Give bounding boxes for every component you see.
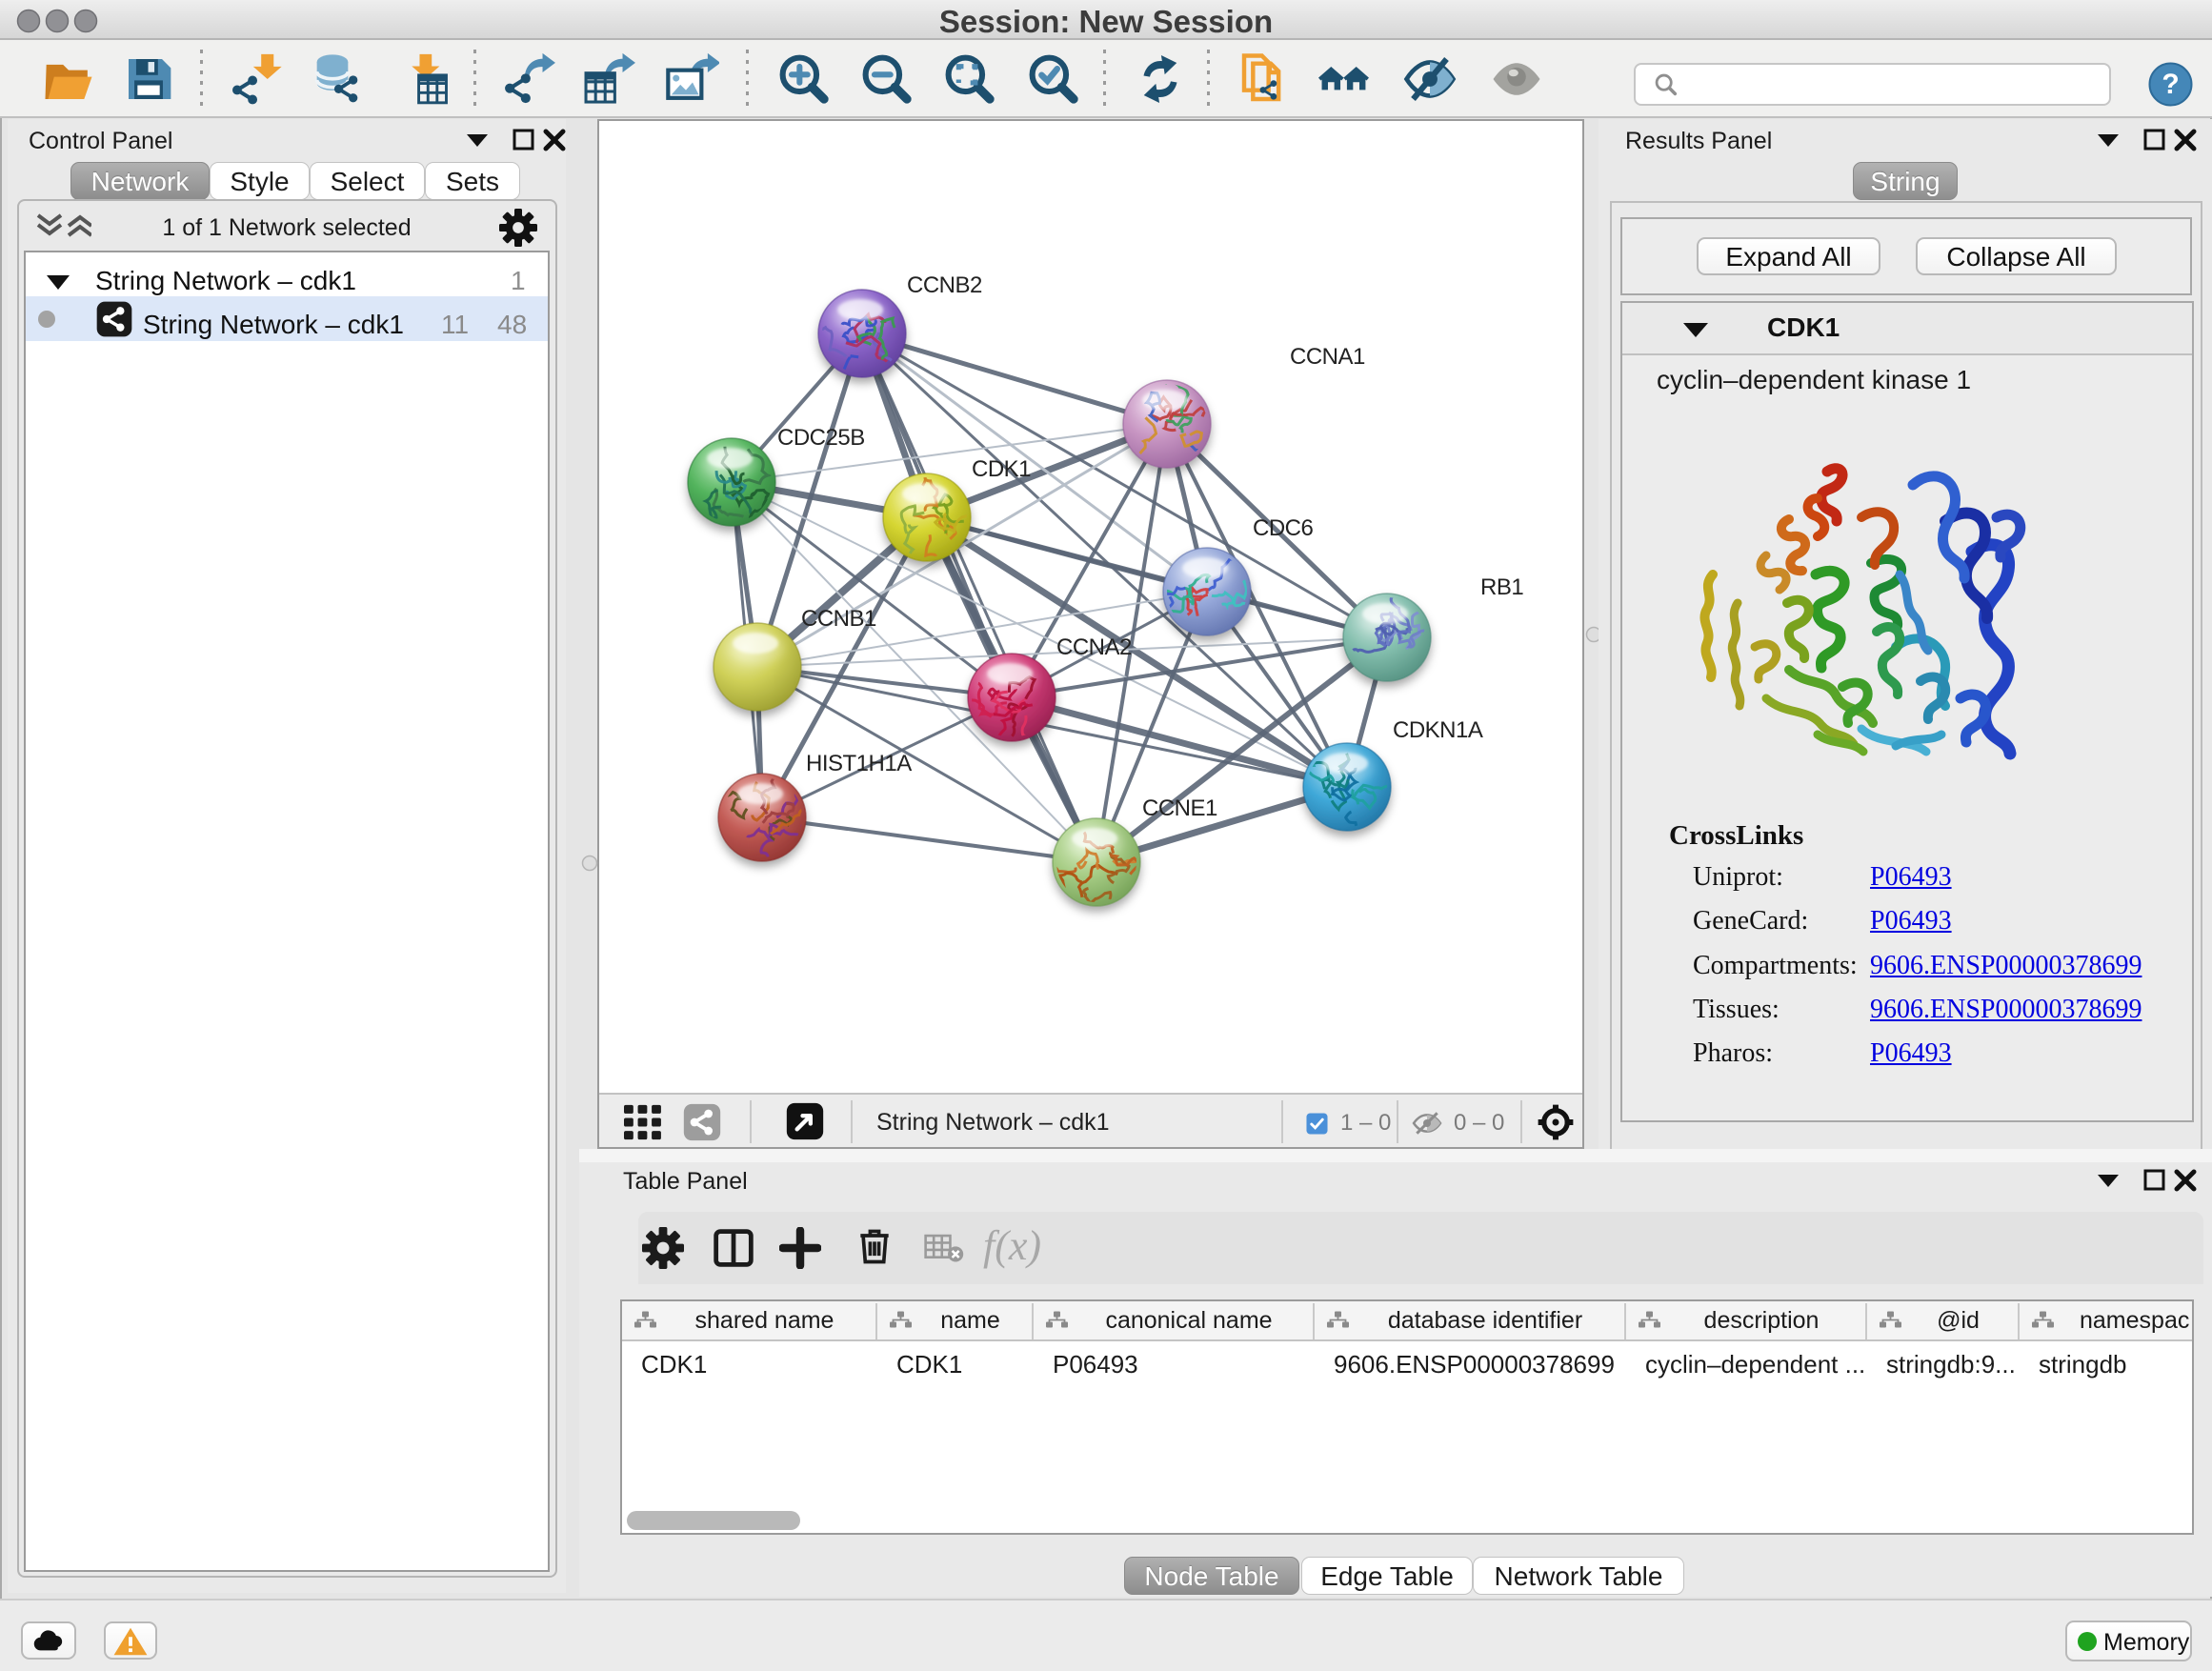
svg-text:RB1: RB1 <box>1480 574 1523 600</box>
svg-text:?: ? <box>2162 69 2179 100</box>
svg-text:CDK1: CDK1 <box>972 456 1031 482</box>
svg-text:CCNB1: CCNB1 <box>801 606 876 632</box>
svg-text:CCNE1: CCNE1 <box>1142 795 1217 821</box>
svg-text:CCNA1: CCNA1 <box>1290 344 1365 370</box>
svg-text:HIST1H1A: HIST1H1A <box>806 751 912 776</box>
svg-text:CDC25B: CDC25B <box>777 425 865 451</box>
svg-text:CCNA2: CCNA2 <box>1056 634 1132 660</box>
svg-text:CDC6: CDC6 <box>1253 515 1313 541</box>
svg-text:CDKN1A: CDKN1A <box>1393 717 1483 743</box>
svg-text:CCNB2: CCNB2 <box>907 272 982 298</box>
